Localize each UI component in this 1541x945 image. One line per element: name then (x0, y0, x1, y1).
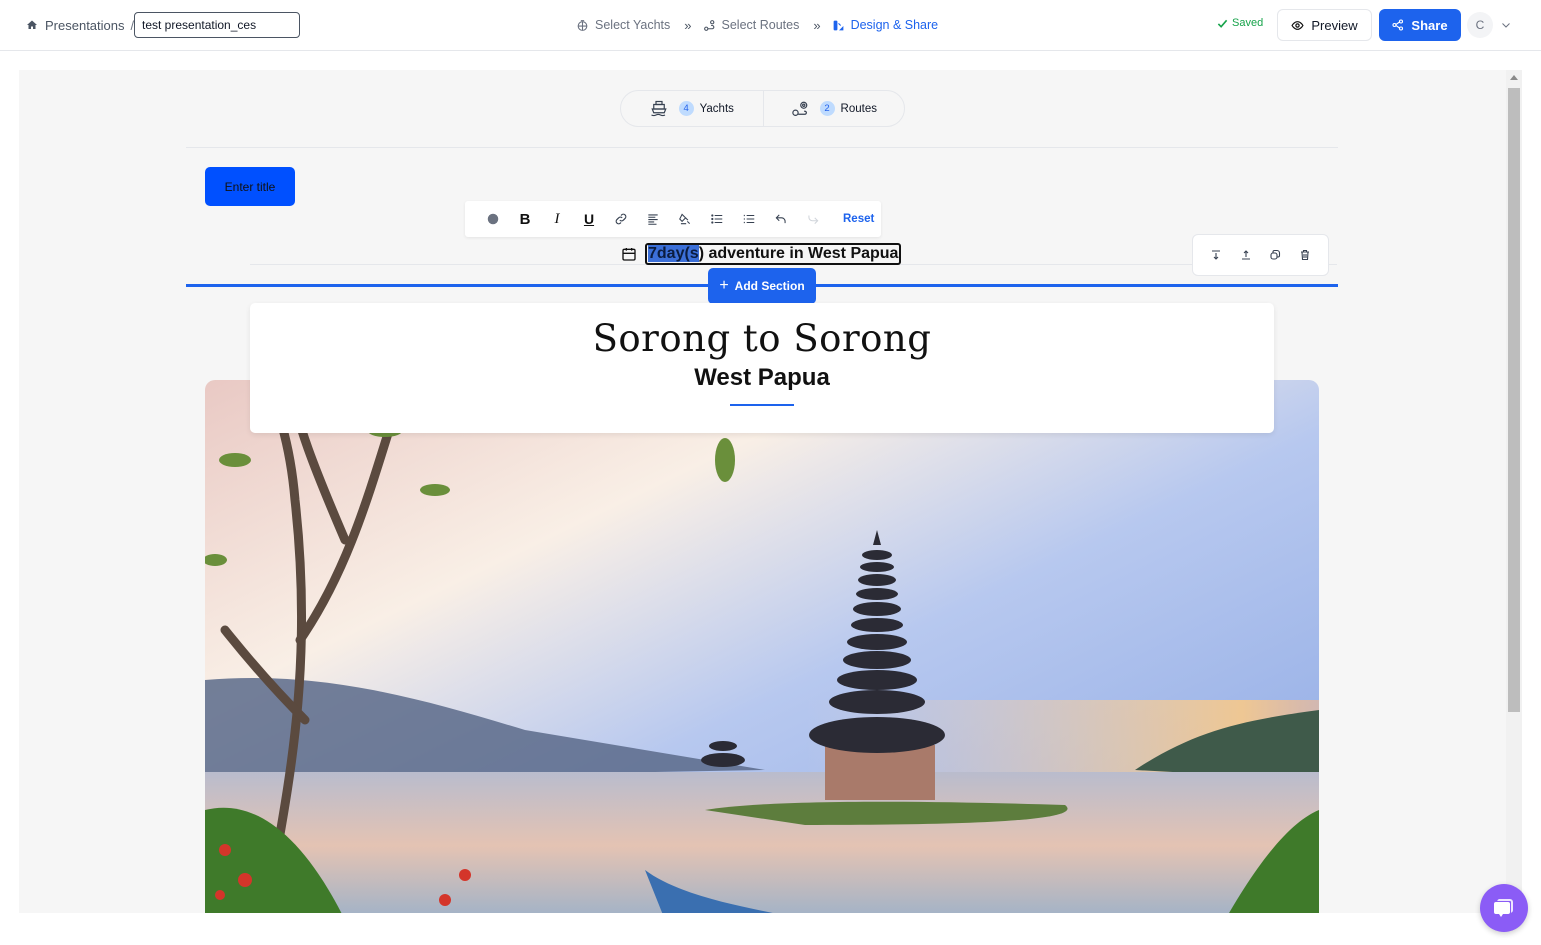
trash-icon (1301, 249, 1310, 261)
add-section-button[interactable]: + Add Section (708, 268, 816, 304)
day-title-input[interactable]: 7day(s) adventure in West Papua (645, 243, 902, 265)
route-icon (703, 19, 714, 31)
insert-below-icon (1211, 250, 1220, 260)
step-select-routes[interactable]: Select Routes (703, 18, 800, 32)
step-label: Select Routes (721, 18, 800, 32)
numbered-list-icon (743, 214, 755, 224)
bullet-list-button[interactable] (701, 203, 733, 235)
italic-button[interactable]: I (541, 203, 573, 235)
route-pin-icon (791, 101, 807, 116)
link-icon (615, 213, 627, 225)
divider (186, 147, 1338, 148)
duplicate-icon (1270, 249, 1281, 260)
design-icon (833, 20, 843, 30)
redo-button[interactable] (797, 203, 829, 235)
bullet-list-icon (711, 214, 723, 224)
scrollbar-thumb[interactable] (1508, 88, 1520, 712)
route-hero-image[interactable] (205, 380, 1319, 913)
undo-button[interactable] (765, 203, 797, 235)
step-label: Select Yachts (595, 18, 671, 32)
share-icon (1392, 19, 1404, 31)
yachts-count-chip[interactable]: 4 Yachts (621, 91, 763, 126)
day-title-row: 7day(s) adventure in West Papua (621, 243, 902, 265)
yacht-icon (650, 100, 667, 116)
rich-text-toolbar: B I U Reset (465, 201, 881, 237)
color-dot-icon (487, 213, 499, 225)
upload-icon (1241, 250, 1250, 260)
eraser-icon (679, 213, 691, 225)
bold-button[interactable]: B (509, 203, 541, 235)
selection-summary: 4 Yachts 2 Routes (620, 90, 905, 127)
scroll-up-arrow-icon[interactable] (1510, 75, 1518, 80)
route-title[interactable]: Sorong to Sorong (250, 317, 1274, 360)
add-section-label: Add Section (734, 279, 805, 293)
step-separator-icon: » (684, 17, 691, 33)
align-left-icon (648, 214, 658, 225)
align-button[interactable] (637, 203, 669, 235)
preview-button[interactable]: Preview (1277, 9, 1372, 41)
saved-status: Saved (1217, 17, 1263, 29)
undo-icon (775, 214, 786, 224)
delete-button[interactable] (1293, 243, 1317, 267)
plus-icon: + (719, 277, 729, 294)
section-tools (1192, 234, 1329, 276)
underline-button[interactable]: U (573, 203, 605, 235)
title-underline (730, 404, 794, 406)
share-label: Share (1411, 17, 1448, 33)
day-title-text: ) adventure in West Papua (698, 245, 899, 262)
lake-temple-illustration (205, 380, 1319, 913)
routes-count-label: Routes (840, 102, 877, 115)
share-button[interactable]: Share (1379, 9, 1461, 41)
chevron-down-icon[interactable] (1500, 19, 1512, 31)
numbered-list-button[interactable] (733, 203, 765, 235)
check-icon (1217, 19, 1228, 28)
wizard-steps: Select Yachts » Select Routes » Design &… (576, 15, 938, 35)
selected-text: 7day(s (648, 245, 699, 262)
enter-title-button[interactable]: Enter title (205, 167, 295, 206)
step-label: Design & Share (850, 18, 939, 32)
text-color-button[interactable] (477, 203, 509, 235)
breadcrumb-presentations-link[interactable]: Presentations (45, 18, 125, 33)
route-title-card: Sorong to Sorong West Papua (250, 303, 1274, 433)
eye-icon (1291, 20, 1304, 30)
routes-count-badge: 2 (819, 101, 835, 116)
insert-below-button[interactable] (1204, 243, 1228, 267)
reset-button[interactable]: Reset (843, 213, 874, 225)
top-bar: Presentations / Select Yachts » Select R… (0, 0, 1541, 51)
breadcrumb: Presentations / (26, 12, 141, 38)
preview-label: Preview (1311, 17, 1358, 33)
yacht-wheel-icon (577, 19, 588, 31)
chat-bubble-icon (1494, 899, 1513, 917)
step-select-yachts[interactable]: Select Yachts (576, 18, 670, 32)
step-design-share[interactable]: Design & Share (832, 18, 939, 32)
link-button[interactable] (605, 203, 637, 235)
presentation-name-input[interactable] (134, 12, 300, 38)
chat-support-button[interactable] (1480, 884, 1528, 932)
routes-count-chip[interactable]: 2 Routes (762, 91, 905, 126)
yachts-count-badge: 4 (678, 101, 694, 116)
editor-canvas: 4 Yachts 2 Routes Enter title B I U Rese… (19, 70, 1522, 913)
redo-icon (808, 215, 819, 225)
calendar-icon (622, 248, 636, 261)
step-separator-icon: » (813, 17, 820, 33)
clear-format-button[interactable] (669, 203, 701, 235)
saved-label: Saved (1232, 17, 1264, 29)
home-icon[interactable] (26, 19, 38, 31)
move-up-button[interactable] (1234, 243, 1258, 267)
duplicate-button[interactable] (1263, 243, 1287, 267)
yachts-count-label: Yachts (699, 102, 734, 115)
user-avatar[interactable]: C (1467, 12, 1493, 38)
route-subtitle[interactable]: West Papua (250, 364, 1274, 392)
vertical-scrollbar[interactable] (1506, 70, 1522, 913)
